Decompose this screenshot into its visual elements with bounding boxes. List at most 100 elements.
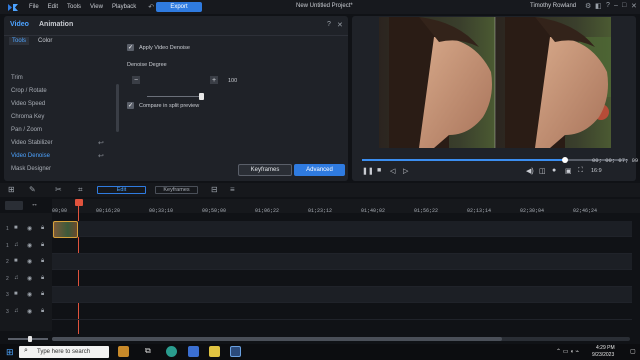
undo-icon[interactable]: ↶ [148,3,154,11]
close-window-icon[interactable]: ✕ [631,2,637,10]
menu-playback[interactable]: Playback [112,4,136,10]
visibility-icon[interactable]: ◉ [27,275,32,282]
tool-item[interactable]: Crop / Rotate [11,88,47,94]
start-icon[interactable]: ⊞ [6,347,14,358]
sticky-notes-icon[interactable] [209,346,220,357]
lock-icon[interactable]: 🔒︎ [41,242,44,249]
minimize-icon[interactable]: – [614,2,618,9]
tool-item[interactable]: Trim [11,75,23,81]
zoom-slider-thumb[interactable] [28,336,32,342]
visibility-icon[interactable]: ◉ [27,308,32,315]
timeline-settings-icon[interactable]: ⊟ [211,185,218,194]
keyframes-button[interactable]: Keyframes [238,164,292,176]
video-preview[interactable] [379,17,611,148]
tool-item[interactable]: Video Stabilizer [11,140,53,146]
crop-icon[interactable]: ⌗ [78,185,83,195]
track-manager-icon[interactable] [5,201,23,210]
apply-denoise-checkbox[interactable]: ✓ [127,44,134,51]
preview-scrub-thumb[interactable] [562,157,568,163]
maximize-icon[interactable]: □ [622,2,626,9]
split-icon[interactable]: ✂ [55,185,62,194]
video-track-icon[interactable]: ■ [14,225,18,231]
lock-icon[interactable]: 🔒︎ [41,258,44,265]
powerdirector-taskbar-icon[interactable] [230,346,241,357]
video-track[interactable] [52,254,632,270]
settings-icon[interactable]: ⚙ [585,2,591,10]
notifications-icon[interactable]: ▢ [630,348,636,355]
lock-icon[interactable]: 🔒︎ [41,225,44,232]
audio-track[interactable] [52,271,632,287]
menu-view[interactable]: View [90,4,103,10]
tray-icons[interactable]: ⌃ ▭ ◖ ⌁ [556,348,579,355]
reset-tool-icon[interactable]: ↩ [98,139,104,147]
notification-icon[interactable]: ◧ [595,2,602,10]
snapshot-icon[interactable]: ◫ [539,167,546,175]
subtab-tools[interactable]: Tools [9,37,30,45]
timeline-scroll-thumb[interactable] [52,337,502,341]
user-name[interactable]: Timothy Rowland [530,3,576,9]
video-track-icon[interactable]: ■ [14,258,18,264]
preview-quality-icon[interactable]: ▣ [565,167,572,175]
menu-file[interactable]: File [29,4,39,10]
stop-icon[interactable]: ■ [377,167,381,174]
play-icon[interactable]: ▷ [403,167,408,175]
explorer-icon[interactable] [188,346,199,357]
audio-track-icon[interactable]: ♫ [14,242,19,248]
prev-frame-icon[interactable]: ◁ [390,167,395,175]
panel-close-icon[interactable]: ✕ [337,21,343,29]
visibility-icon[interactable]: ◉ [27,242,32,249]
tool-item[interactable]: Video Denoise [11,153,50,159]
advanced-button[interactable]: Advanced [294,164,345,176]
tools-scrollbar[interactable] [116,84,119,132]
clock-date[interactable]: 9/23/2023 [592,352,614,358]
subtab-color[interactable]: Color [38,38,52,44]
audio-track[interactable] [52,304,632,320]
visibility-icon[interactable]: ◉ [27,225,32,232]
audio-track-icon[interactable]: ♫ [14,275,19,281]
timeline-keyframes-tab[interactable]: Keyframes [155,186,198,194]
record-icon[interactable]: ● [552,167,556,174]
lock-icon[interactable]: 🔒︎ [41,275,44,282]
task-view-icon[interactable]: ⧉ [145,346,156,357]
reset-tool-icon[interactable]: ↩ [98,152,104,160]
visibility-icon[interactable]: ◉ [27,258,32,265]
clock-time[interactable]: 4:29 PM [596,345,615,351]
audio-mix-icon[interactable]: ≡ [230,185,235,194]
video-track[interactable] [52,221,632,237]
panel-help-icon[interactable]: ? [327,21,331,28]
audio-track-icon[interactable]: ♫ [14,308,19,314]
aspect-ratio-label[interactable]: 16:9 [591,168,602,174]
menu-tools[interactable]: Tools [67,4,81,10]
timeline-ruler[interactable] [52,199,640,213]
audio-track[interactable] [52,238,632,254]
video-track[interactable] [52,287,632,303]
export-button[interactable]: Export [156,2,202,12]
video-track-icon[interactable]: ■ [14,291,18,297]
volume-icon[interactable]: ◀︎) [526,167,534,175]
tool-item[interactable]: Chroma Key [11,114,44,120]
fit-timeline-icon[interactable]: ↔ [31,201,38,208]
visibility-icon[interactable]: ◉ [27,291,32,298]
tab-video[interactable]: Video [10,21,29,28]
degree-slider-track[interactable] [147,96,203,97]
split-preview-checkbox[interactable]: ✓ [127,102,134,109]
playhead[interactable] [75,199,83,206]
help-icon[interactable]: ? [606,2,610,9]
lock-icon[interactable]: 🔒︎ [41,308,44,315]
edge-icon[interactable] [166,346,177,357]
degree-plus-button[interactable]: + [210,76,218,84]
tab-animation[interactable]: Animation [39,21,73,28]
tool-item[interactable]: Mask Designer [11,166,51,172]
files-app-icon[interactable] [118,346,129,357]
add-media-icon[interactable]: ⊞ [8,185,15,194]
timeline-edit-tab[interactable]: Edit [97,186,146,194]
lock-icon[interactable]: 🔒︎ [41,291,44,298]
draw-icon[interactable]: ✎ [29,185,36,194]
tool-item[interactable]: Pan / Zoom [11,127,42,133]
tool-item[interactable]: Video Speed [11,101,45,107]
menu-edit[interactable]: Edit [48,4,58,10]
pause-icon[interactable]: ❚❚ [362,167,374,175]
fullscreen-icon[interactable]: ⛶ [578,167,583,175]
degree-slider-thumb[interactable] [199,93,204,100]
degree-minus-button[interactable]: − [132,76,140,84]
